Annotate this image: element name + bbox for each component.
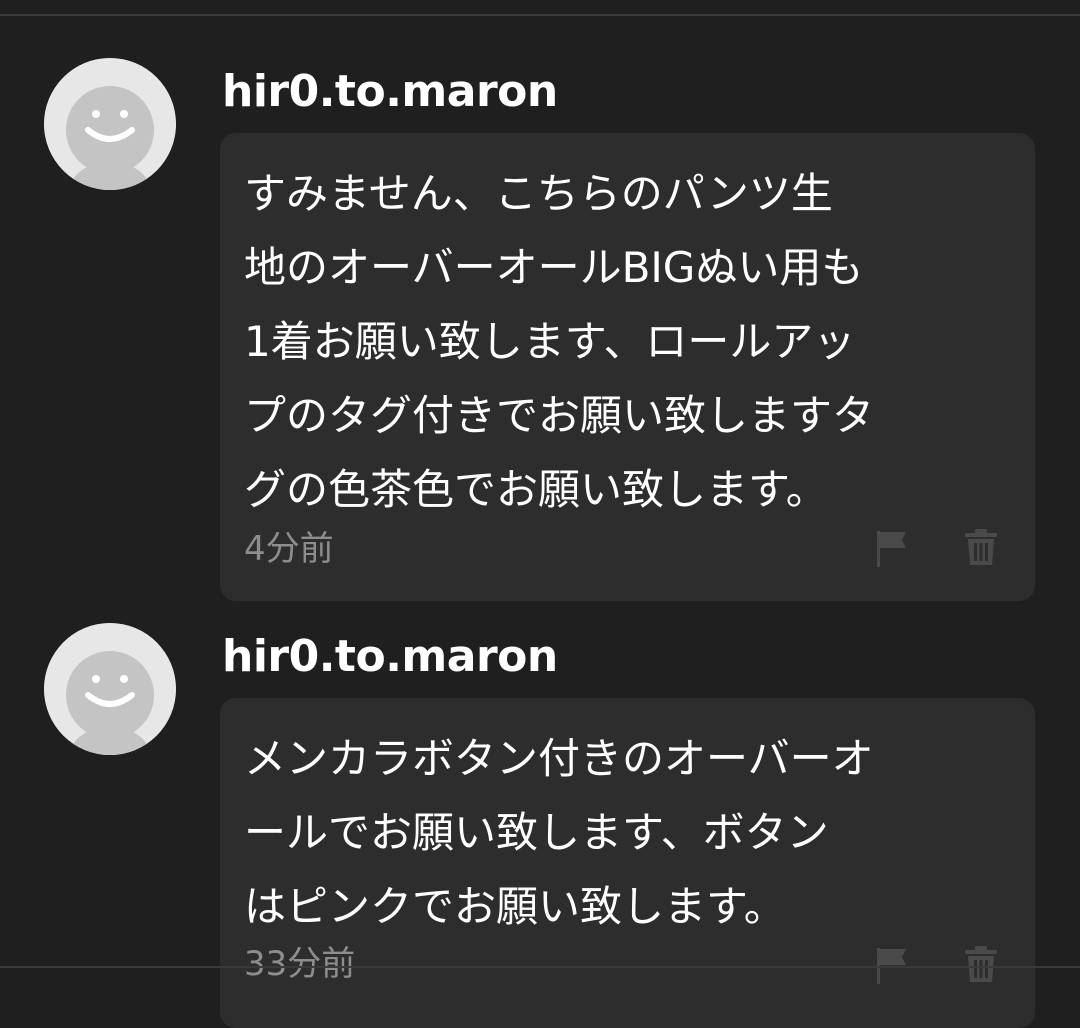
trash-icon[interactable] [963, 944, 999, 984]
comment-time: 33分前 [244, 944, 356, 984]
trash-icon[interactable] [963, 527, 999, 567]
comment-message: すみません、こちらのパンツ生 地のオーバーオールBIGぬい用も 1着お願い致しま… [244, 169, 875, 514]
comment-time: 4分前 [244, 529, 334, 569]
comment-message: メンカラボタン付きのオーバーオ ールでお願い致します、ボタン はピンクでお願い致… [244, 734, 874, 931]
top-divider [0, 14, 1080, 16]
comment-username[interactable]: hir0.to.maron [222, 64, 558, 120]
comment-username[interactable]: hir0.to.maron [222, 629, 558, 685]
user-avatar-icon[interactable] [44, 623, 176, 755]
flag-icon[interactable] [874, 529, 910, 569]
user-avatar-icon[interactable] [44, 58, 176, 190]
comment-bubble: メンカラボタン付きのオーバーオ ールでお願い致します、ボタン はピンクでお願い致… [220, 698, 1035, 1028]
comment-bubble: すみません、こちらのパンツ生 地のオーバーオールBIGぬい用も 1着お願い致しま… [220, 133, 1035, 601]
